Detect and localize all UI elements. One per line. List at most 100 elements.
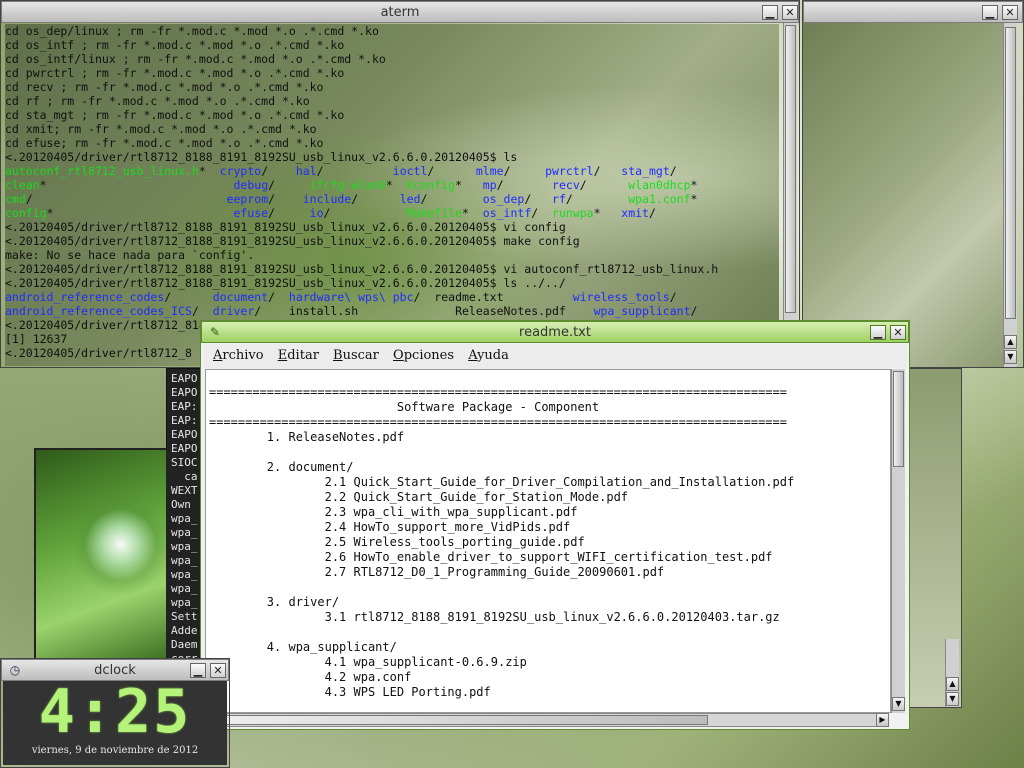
editor-titlebar[interactable]: ✎ readme.txt ▁ ✕ [201,321,909,343]
terminal-segment: sta_mgt [621,164,670,178]
terminal-segment: * [385,178,407,192]
minimize-icon[interactable]: ▁ [870,325,886,340]
minimize-icon[interactable]: ▁ [982,5,998,20]
terminal-segment: wlan0dhcp [628,178,691,192]
menu-buscar[interactable]: Buscar [333,344,379,368]
terminal-segment: hal [295,164,317,178]
terminal-segment: clean [5,178,40,192]
terminal-segment: * [690,178,698,192]
editor-line: 4.1 wpa_supplicant-0.6.9.zip [209,655,527,669]
terminal-segment: io [309,206,324,220]
picture-window[interactable] [34,448,168,662]
scroll-up-icon[interactable]: ▲ [946,677,959,691]
terminal-segment: os_dep [482,192,525,206]
terminal-segment: / [669,290,677,304]
scroll-down-icon[interactable]: ▼ [1004,350,1017,364]
terminal-segment: <.20120405/driver/rtl8712_8188_8191_8192… [5,276,566,290]
terminal-segment: * [39,178,234,192]
terminal-line: android_reference_codes/ document/ hardw… [5,290,779,304]
dclock-window[interactable]: ◷ dclock ▁ ✕ 4:25 viernes, 9 de noviembr… [0,658,230,768]
text-editor-window[interactable]: ✎ readme.txt ▁ ✕ Archivo Editar Buscar O… [200,320,910,730]
terminal-segment: <.20120405/driver/rtl8712_8188_8191_8192… [5,234,580,248]
menu-opciones[interactable]: Opciones [393,344,454,368]
aterm-titlebar[interactable]: aterm ▁ ✕ [1,1,799,23]
terminal-segment: Makefile [406,206,462,220]
scroll-up-icon[interactable]: ▲ [1004,335,1017,349]
terminal-line: android_reference_codes_ICS/ driver/ ins… [5,304,779,318]
terminal-segment: <.20120405/driver/rtl8712_8188_8191_8192… [5,262,719,276]
scrollbar-thumb[interactable] [1005,27,1016,319]
aterm-window[interactable]: aterm ▁ ✕ cd os_dep/linux ; rm -fr *.mod… [0,0,800,368]
terminal-segment: cd rf ; rm -fr *.mod.c *.mod *.o .*.cmd … [5,94,310,108]
terminal-segment: / [268,178,310,192]
aterm-scrollbar[interactable]: ▲ ▼ [783,23,797,367]
terminal-line: cd xmit; rm -fr *.mod.c *.mod *.o .*.cmd… [5,122,779,136]
scroll-down-icon[interactable]: ▼ [946,692,959,706]
terminal-segment: <.20120405/driver/rtl8712_8188_8191_8192… [5,220,566,234]
close-icon[interactable]: ✕ [890,325,906,340]
terminal-output[interactable]: cd os_dep/linux ; rm -fr *.mod.c *.mod *… [5,24,779,366]
editor-vertical-scrollbar[interactable]: ▼ [891,369,905,713]
terminal-segment: cd xmit; rm -fr *.mod.c *.mod *.o .*.cmd… [5,122,317,136]
terminal-line: <.20120405/driver/rtl8712_8188_8191_8192… [5,234,779,248]
terminal-segment: / [579,178,629,192]
scroll-down-icon[interactable]: ▼ [892,697,905,711]
terminal-segment: / [268,206,310,220]
background-window-scrollbar[interactable]: ▲ ▼ [1003,23,1017,367]
terminal-line: make: No se hace nada para `config'. [5,248,779,262]
terminal-segment: / [648,206,656,220]
terminal-segment: cd os_intf ; rm -fr *.mod.c *.mod *.o .*… [5,38,345,52]
terminal-line: cd rf ; rm -fr *.mod.c *.mod *.o .*.cmd … [5,94,779,108]
editor-line: 4. wpa_supplicant/ [209,640,397,654]
terminal-segment: make: No se hace nada para `config'. [5,248,255,262]
terminal-line: cd os_intf/linux ; rm -fr *.mod.c *.mod … [5,52,779,66]
terminal-segment: / [669,164,677,178]
close-icon[interactable]: ✕ [210,663,226,678]
editor-horizontal-scrollbar[interactable]: ▶ [205,713,889,727]
background-window-lower[interactable]: ▲ ▼ [906,368,962,708]
terminal-segment: / [524,192,553,206]
desktop: ▁ ✕ ▲ ▼ aterm ▁ ✕ cd os_dep/linux ; rm -… [0,0,1024,768]
terminal-segment: mlme [475,164,504,178]
editor-line: 2.1 Quick_Start_Guide_for_Driver_Compila… [209,475,795,489]
terminal-segment: android_reference_codes_ICS [5,304,192,318]
terminal-segment: / [254,304,289,318]
terminal-segment: / [268,290,289,304]
terminal-segment: debug [233,178,269,192]
terminal-segment: ioctl [392,164,428,178]
clock-time: 4:25 [38,677,192,747]
terminal-line: cd efuse; rm -fr *.mod.c *.mod *.o .*.cm… [5,136,779,150]
editor-line: 1. ReleaseNotes.pdf [209,430,405,444]
editor-text-area[interactable]: ========================================… [205,369,891,713]
terminal-segment: cd sta_mgt ; rm -fr *.mod.c *.mod *.o .*… [5,108,345,122]
terminal-line: cd os_dep/linux ; rm -fr *.mod.c *.mod *… [5,24,779,38]
scrollbar-thumb[interactable] [208,715,708,725]
close-icon[interactable]: ✕ [782,5,798,20]
dclock-title: dclock [94,663,136,678]
terminal-segment: crypto [219,164,262,178]
scroll-right-icon[interactable]: ▶ [876,713,889,727]
scrollbar-thumb[interactable] [893,371,904,467]
minimize-icon[interactable]: ▁ [190,663,206,678]
terminal-segment: / [191,304,213,318]
background-window-titlebar[interactable]: ▁ ✕ [803,1,1023,23]
menu-archivo[interactable]: Archivo [213,344,264,368]
terminal-segment: efuse [233,206,269,220]
minimize-icon[interactable]: ▁ [762,5,778,20]
lower-scrollbar[interactable]: ▲ ▼ [945,639,959,707]
editor-title: readme.txt [519,325,591,340]
terminal-segment: wpa1.conf [628,192,691,206]
background-window-content [803,23,1003,367]
terminal-segment: wireless_tools [572,290,670,304]
terminal-segment: readme.txt [434,290,504,304]
terminal-segment: / [316,164,393,178]
terminal-segment: autoconf_rtl8712_usb_linux.h [5,164,199,178]
background-window[interactable]: ▁ ✕ ▲ ▼ [802,0,1024,368]
menu-editar[interactable]: Editar [278,344,319,368]
scrollbar-thumb[interactable] [785,25,796,313]
editor-line: ========================================… [209,385,787,399]
editor-line: 2. document/ [209,460,354,474]
close-icon[interactable]: ✕ [1002,5,1018,20]
menu-ayuda[interactable]: Ayuda [468,344,509,368]
